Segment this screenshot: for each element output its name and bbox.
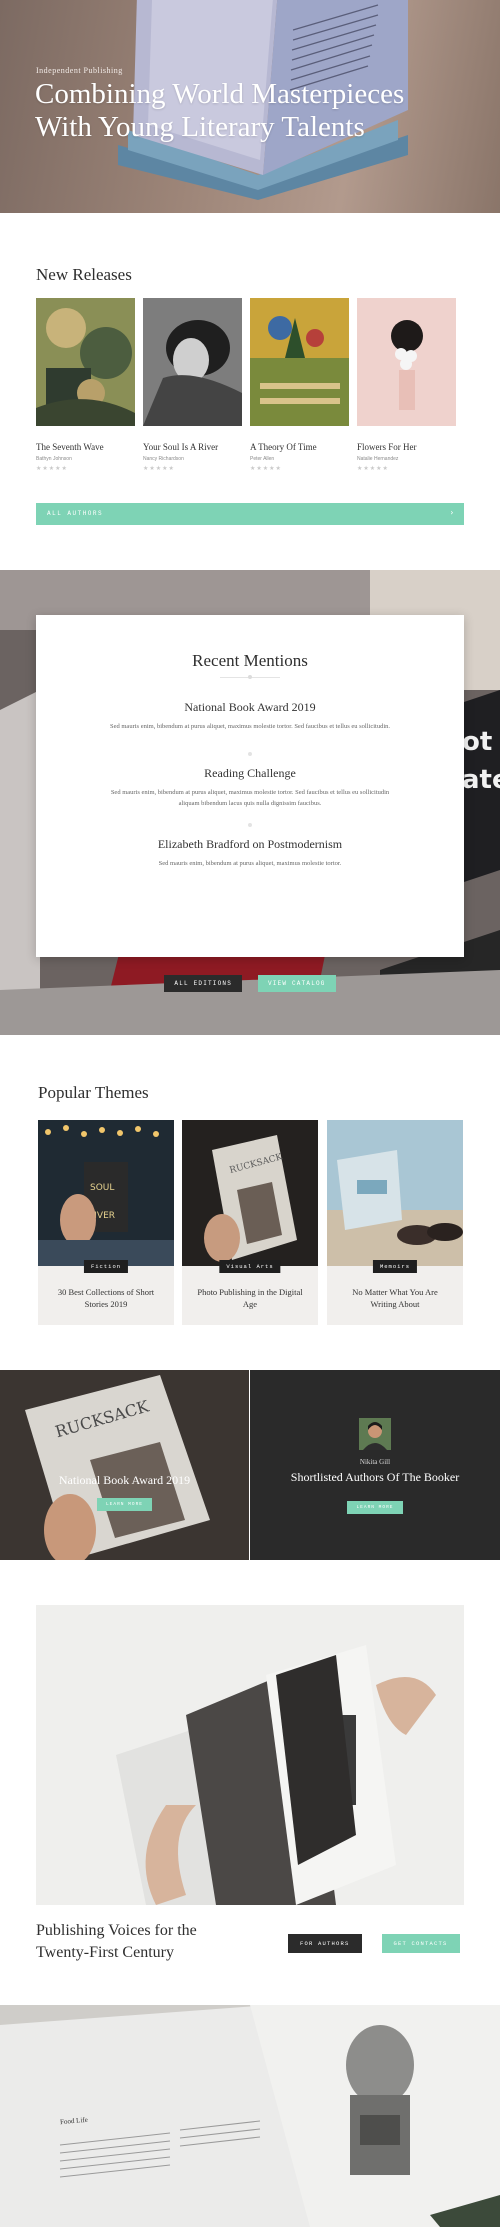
split-banner-section: RUCKSACK National Book Award 2019 LEARN … xyxy=(0,1370,500,1560)
svg-text:ot: ot xyxy=(462,727,492,757)
svg-text:SOUL: SOUL xyxy=(90,1183,114,1193)
theme-card[interactable]: Memoirs No Matter What You Are Writing A… xyxy=(327,1120,463,1325)
divider-dot xyxy=(248,752,252,756)
mention-title[interactable]: Elizabeth Bradford on Postmodernism xyxy=(36,837,464,852)
book-cover-image[interactable] xyxy=(250,298,349,426)
view-catalog-button[interactable]: VIEW CATALOG xyxy=(258,975,336,992)
recent-mentions-section: ot ate Recent Mentions National Book Awa… xyxy=(0,570,500,1035)
author-name: Nikita Gill xyxy=(359,1458,391,1466)
for-authors-button[interactable]: FOR AUTHORS xyxy=(288,1934,362,1953)
award-title: National Book Award 2019 xyxy=(58,1473,191,1487)
book-cover-image[interactable] xyxy=(143,298,242,426)
theme-tag[interactable]: Visual Arts xyxy=(219,1260,281,1273)
book-title[interactable]: A Theory Of Time xyxy=(250,442,349,452)
shortlist-title: Shortlisted Authors Of The Booker xyxy=(290,1470,460,1484)
divider-ornament xyxy=(220,675,280,679)
voices-buttons: FOR AUTHORS GET CONTACTS xyxy=(288,1932,476,1953)
mentions-card: Recent Mentions National Book Award 2019… xyxy=(36,615,464,957)
voices-title: Publishing Voices for the Twenty-First C… xyxy=(36,1922,197,1961)
mention-title[interactable]: Reading Challenge xyxy=(36,766,464,781)
arrow-right-icon: › xyxy=(450,508,455,517)
book-cover-image[interactable] xyxy=(357,298,456,426)
book-title[interactable]: Flowers For Her xyxy=(357,442,456,452)
book-title[interactable]: Your Soul Is A River xyxy=(143,442,242,452)
all-editions-button[interactable]: ALL EDITIONS xyxy=(164,975,242,992)
divider-dot xyxy=(248,823,252,827)
book-author: Bathyn Johnson xyxy=(36,456,72,462)
book-card[interactable]: Your Soul Is A River Nancy Richardson ★★… xyxy=(143,298,242,472)
mention-text: Sed mauris enim, bibendum at purus aliqu… xyxy=(110,723,390,730)
theme-image[interactable]: SOUL RIVER xyxy=(38,1120,174,1266)
magazine-spread-section: Food Life xyxy=(0,2005,500,2227)
theme-title[interactable]: 30 Best Collections of Short Stories 201… xyxy=(51,1286,161,1310)
avatar xyxy=(359,1418,391,1450)
new-releases-section: New Releases The Seventh Wave Bathyn Joh… xyxy=(0,213,500,570)
mention-title[interactable]: National Book Award 2019 xyxy=(36,700,464,715)
theme-image[interactable] xyxy=(327,1120,463,1266)
svg-text:ate: ate xyxy=(462,765,500,795)
section-title: Recent Mentions xyxy=(192,651,308,670)
section-title: New Releases xyxy=(36,265,132,284)
book-rating: ★★★★★ xyxy=(143,465,175,472)
all-authors-button[interactable]: ALL AUTHORS › xyxy=(36,503,464,525)
theme-tag[interactable]: Memoirs xyxy=(372,1260,418,1273)
popular-themes-section: Popular Themes SOUL RIVER Fiction 30 Bes… xyxy=(0,1035,500,1370)
all-authors-label: ALL AUTHORS xyxy=(47,510,104,517)
hero-title: Combining World Masterpieces With Young … xyxy=(35,78,405,143)
learn-more-button[interactable]: LEARN MORE xyxy=(96,1498,152,1511)
theme-image[interactable]: RUCKSACK xyxy=(182,1120,318,1266)
open-book-hands-image xyxy=(36,1605,464,1905)
book-title[interactable]: The Seventh Wave xyxy=(36,442,135,452)
book-card[interactable]: The Seventh Wave Bathyn Johnson ★★★★★ xyxy=(36,298,135,472)
publishing-voices-section: Publishing Voices for the Twenty-First C… xyxy=(0,1560,500,2005)
mention-text: Sed mauris enim, bibendum at purus aliqu… xyxy=(158,860,342,867)
book-card[interactable]: A Theory Of Time Peter Allen ★★★★★ xyxy=(250,298,349,472)
get-contacts-button[interactable]: GET CONTACTS xyxy=(381,1934,460,1953)
theme-card[interactable]: RUCKSACK Visual Arts Photo Publishing in… xyxy=(182,1120,318,1325)
learn-more-button[interactable]: LEARN MORE xyxy=(347,1501,403,1514)
theme-title[interactable]: Photo Publishing in the Digital Age xyxy=(195,1286,305,1310)
book-cover-image[interactable] xyxy=(36,298,135,426)
rucksack-book-image: RUCKSACK xyxy=(0,1370,249,1560)
book-author: Peter Allen xyxy=(250,456,275,462)
award-banner[interactable]: RUCKSACK National Book Award 2019 LEARN … xyxy=(0,1370,249,1560)
book-rating: ★★★★★ xyxy=(36,465,68,472)
book-author: Natalie Hernandez xyxy=(357,456,399,462)
shortlist-banner: Nikita Gill Shortlisted Authors Of The B… xyxy=(250,1370,500,1560)
theme-tag[interactable]: Fiction xyxy=(83,1260,129,1273)
hero-kicker: Independent Publishing xyxy=(36,66,123,75)
mention-text: Sed mauris enim, bibendum at purus aliqu… xyxy=(110,789,390,807)
book-rating: ★★★★★ xyxy=(250,465,282,472)
section-title: Popular Themes xyxy=(38,1083,149,1102)
mentions-buttons: ALL EDITIONS VIEW CATALOG xyxy=(0,972,500,992)
theme-title[interactable]: No Matter What You Are Writing About xyxy=(340,1286,450,1310)
book-author: Nancy Richardson xyxy=(143,456,184,462)
hero-section: Independent Publishing Combining World M… xyxy=(0,0,500,213)
book-rating: ★★★★★ xyxy=(357,465,389,472)
book-card[interactable]: Flowers For Her Natalie Hernandez ★★★★★ xyxy=(357,298,456,472)
theme-card[interactable]: SOUL RIVER Fiction 30 Best Collections o… xyxy=(38,1120,174,1325)
